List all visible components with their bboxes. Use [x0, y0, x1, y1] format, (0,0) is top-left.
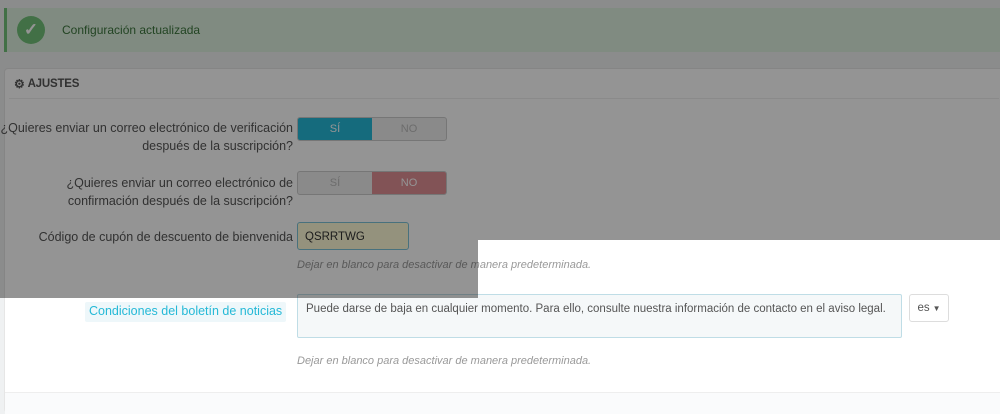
panel-footer — [5, 392, 1000, 414]
language-dropdown[interactable]: es ▼ — [909, 294, 949, 322]
coupon-label: Código de cupón de descuento de bienveni… — [38, 230, 293, 244]
confirmation-no[interactable]: NO — [372, 172, 446, 194]
panel-header: ⚙ AJUSTES — [9, 69, 999, 99]
conditions-label: Condiciones del boletín de noticias — [85, 302, 287, 322]
conditions-textarea[interactable]: Puede darse de baja en cualquier momento… — [297, 294, 902, 338]
cogs-icon: ⚙ — [14, 76, 25, 91]
coupon-help: Dejar en blanco para desactivar de maner… — [297, 259, 592, 271]
confirmation-yes[interactable]: SÍ — [298, 172, 372, 194]
conditions-help: Dejar en blanco para desactivar de maner… — [297, 355, 592, 367]
check-circle-icon: ✓ — [17, 16, 45, 44]
confirmation-toggle[interactable]: SÍ NO — [297, 171, 447, 195]
verification-toggle[interactable]: SÍ NO — [297, 117, 447, 141]
verification-no[interactable]: NO — [372, 118, 446, 140]
alert-message: Configuración actualizada — [62, 23, 201, 37]
panel-title: AJUSTES — [27, 77, 80, 90]
verification-label: ¿Quieres enviar un correo electrónico de… — [0, 121, 294, 153]
language-value: es — [917, 302, 930, 314]
verification-yes[interactable]: SÍ — [298, 118, 372, 140]
coupon-input[interactable]: QSRRTWG — [297, 222, 409, 250]
settings-panel: ⚙ AJUSTES ¿Quieres enviar un correo elect… — [1, 68, 1000, 414]
confirmation-label: ¿Quieres enviar un correo electrónico de… — [66, 176, 293, 208]
caret-down-icon: ▼ — [932, 303, 941, 313]
success-alert: ✓ Configuración actualizada — [4, 8, 1000, 52]
